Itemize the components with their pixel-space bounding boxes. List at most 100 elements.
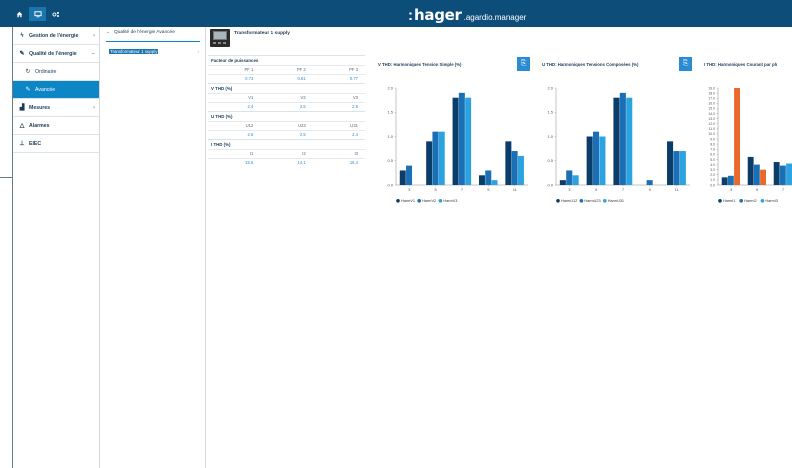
bar-HarmU31-7[interactable] <box>626 97 633 185</box>
bar-HarmV1-11[interactable] <box>505 141 512 185</box>
sidebar-item-ordinaire[interactable]: ↻ Ordinaire <box>13 63 99 81</box>
header-cell: U31 <box>350 123 358 128</box>
circle-arrows-icon: ↻ <box>25 69 31 75</box>
bar-HarmV1-3[interactable] <box>399 170 406 185</box>
tree-item-transformateur[interactable]: Transformateur 1 supply › <box>109 48 199 55</box>
bar-HarmU23-5[interactable] <box>593 131 600 185</box>
y-tick-label: 17.0 <box>708 97 715 101</box>
tree-title: Qualité de l'énergie Avancée <box>114 30 175 35</box>
bar-HarmI2-3[interactable] <box>727 175 734 185</box>
legend-label[interactable]: HarmU31 <box>608 199 624 203</box>
y-tick-label: 3.0 <box>710 168 715 172</box>
bar-HarmI2-7[interactable] <box>779 165 786 185</box>
legend-label[interactable]: HarmI1 <box>723 199 735 203</box>
y-tick-label: 1.0 <box>710 178 715 182</box>
bar-HarmI1-3[interactable] <box>721 177 728 185</box>
x-tick-label: 7 <box>622 187 625 192</box>
sidebar-item-gestion-energie[interactable]: ϟ Gestion de l'énergie › <box>13 27 99 45</box>
bar-HarmU12-5[interactable] <box>586 136 593 186</box>
sidebar-item-label: Gestion de l'énergie <box>29 32 79 39</box>
home-icon[interactable] <box>11 7 28 21</box>
value-cell: 2.6 <box>247 132 254 137</box>
sidebar-item-avancee[interactable]: ✎ Avancée <box>13 81 99 99</box>
bar-HarmV2-7[interactable] <box>458 92 465 185</box>
bar-HarmU12-7[interactable] <box>613 97 620 185</box>
bar-HarmV1-7[interactable] <box>452 97 459 185</box>
bar-HarmV1-9[interactable] <box>478 175 485 185</box>
bar-HarmV2-5[interactable] <box>432 131 439 185</box>
bell-icon: △ <box>19 123 25 129</box>
legend-label[interactable]: HarmV3 <box>443 199 457 203</box>
x-tick-label: 3 <box>568 187 571 192</box>
bar-HarmU23-9[interactable] <box>646 180 653 185</box>
header-cell: I2 <box>302 151 306 156</box>
bar-HarmV2-3[interactable] <box>406 165 413 185</box>
legend-label[interactable]: HarmI3 <box>765 199 777 203</box>
monitor-icon[interactable] <box>29 7 46 21</box>
legend-swatch <box>718 199 722 203</box>
table-value-row: 15.5 14.1 16.4 <box>208 158 365 167</box>
legend-swatch <box>417 199 421 203</box>
sitemap-icon: ⊥ <box>19 141 25 147</box>
legend-label[interactable]: HarmV2 <box>422 199 436 203</box>
bar-HarmV3-11[interactable] <box>517 155 524 185</box>
value-cell: 14.1 <box>297 160 306 165</box>
bar-HarmU31-3[interactable] <box>572 175 579 185</box>
header-cell: I3 <box>354 151 358 156</box>
y-tick-label: 12.0 <box>708 122 715 126</box>
bar-HarmU31-11[interactable] <box>679 151 686 185</box>
header-cell: U12 <box>245 123 254 128</box>
table-value-row: 2.6 2.5 2.4 <box>208 130 365 139</box>
bar-HarmU23-11[interactable] <box>673 151 680 185</box>
network-gear-icon[interactable] <box>47 7 64 21</box>
bar-HarmV2-9[interactable] <box>485 170 492 185</box>
table-header-row: I1 I2 I3 <box>208 149 365 158</box>
bar-HarmU23-7[interactable] <box>619 92 626 185</box>
table-header-row: PF 1 PF 2 PF 3 <box>208 65 365 74</box>
legend-label[interactable]: HarmU12 <box>561 199 577 203</box>
legend-label[interactable]: HarmI2 <box>744 199 756 203</box>
bar-HarmV2-11[interactable] <box>511 151 518 185</box>
bar-HarmI1-5[interactable] <box>747 156 754 185</box>
bar-HarmU12-11[interactable] <box>667 141 674 185</box>
bar-HarmI3-5[interactable] <box>760 169 766 185</box>
logo-mark: : <box>408 7 413 24</box>
legend-label[interactable]: HarmU23 <box>584 199 600 203</box>
sidebar-item-qualite-energie[interactable]: ✎ Qualité de l'énergie – <box>13 45 99 63</box>
y-tick-label: 1.0 <box>547 134 553 139</box>
y-tick-label: 15.0 <box>708 107 715 111</box>
sidebar-item-alarmes[interactable]: △ Alarmes <box>13 117 99 135</box>
bar-HarmV3-9[interactable] <box>491 180 498 185</box>
bar-HarmI1-7[interactable] <box>773 162 780 185</box>
chart-panel-u-thd: U THD: Harmoniques Tensions Composées (%… <box>542 55 696 215</box>
bar-HarmU23-3[interactable] <box>566 170 573 185</box>
value-cell: 2.4 <box>352 132 358 137</box>
wrench-icon: ✎ <box>25 87 31 93</box>
sidebar-item-eiec[interactable]: ⊥ EIEC <box>13 135 99 153</box>
x-tick-label: 11 <box>675 187 680 192</box>
legend-label[interactable]: HarmV1 <box>401 199 415 203</box>
bar-HarmV3-7[interactable] <box>465 97 472 185</box>
bar-HarmU12-3[interactable] <box>559 180 566 185</box>
tree-panel: ⌄ Qualité de l'énergie Avancée Transform… <box>100 27 206 468</box>
y-tick-label: 2.0 <box>547 85 553 90</box>
header-cell: U23 <box>297 123 306 128</box>
x-tick-label: 5 <box>756 187 759 192</box>
y-tick-label: 10.0 <box>708 132 715 136</box>
y-tick-label: 9.0 <box>710 137 715 141</box>
bar-HarmV1-5[interactable] <box>426 141 433 185</box>
values-table: Facteur de puissances PF 1 PF 2 PF 3 0.7… <box>208 55 365 167</box>
bar-HarmI3-3[interactable] <box>734 88 740 185</box>
y-tick-label: 0.5 <box>387 158 393 163</box>
sidebar-item-label: Avancée <box>35 86 56 93</box>
value-cell: 0.81 <box>297 76 306 81</box>
bar-chart-icon: ▟ <box>19 105 25 111</box>
tree-header[interactable]: ⌄ Qualité de l'énergie Avancée <box>106 30 175 35</box>
bar-HarmI2-5[interactable] <box>753 164 760 185</box>
bar-HarmI3-7[interactable] <box>786 163 792 185</box>
bolt-icon: ϟ <box>20 32 24 39</box>
x-tick-label: 5 <box>434 187 437 192</box>
bar-HarmU31-5[interactable] <box>599 136 606 186</box>
sidebar-item-mesures[interactable]: ▟ Mesures › <box>13 99 99 117</box>
bar-HarmV3-5[interactable] <box>438 131 445 185</box>
